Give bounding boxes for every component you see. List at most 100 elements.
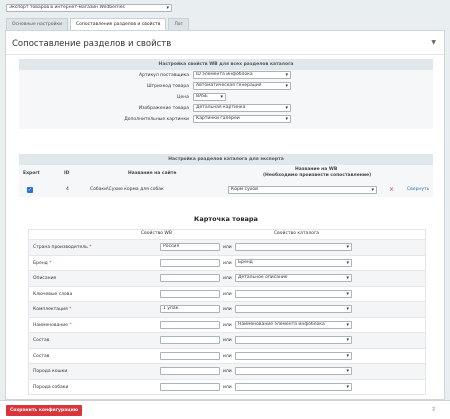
prop-catalog-select[interactable] [235,336,352,344]
prop-value-input[interactable]: Россия [160,243,220,251]
prop-name-text: Порода собаки [33,384,69,390]
prop-catalog-select[interactable] [235,382,352,391]
or-label: или [223,353,232,359]
or-label: или [223,338,232,343]
barcode-select[interactable]: Автоматическая генерация [193,82,291,90]
prop-row: Наименование * или Наименование элемента и… [29,316,425,333]
col-export: Export [23,171,40,176]
tab-bar: Основные настройки Сопоставление раздело… [6,18,191,30]
prop-name: Страна производитель * [33,244,91,251]
sections-heading: Настройка разделов каталога для экспорта [19,154,433,165]
setting-row-barcode: Штрихкод товара Автоматическая генерация [19,81,433,92]
prop-name-text: Состав [33,338,50,343]
sections-table: Настройка разделов каталога для экспорта… [19,154,433,197]
col-id: ID [64,171,70,176]
required-mark: * [49,260,52,266]
prop-row: Порода собаки или [29,378,425,395]
required-mark: * [69,307,72,312]
props-header: Свойство WB Свойство каталога [29,230,425,239]
col-catalog-prop: Свойство каталога [274,231,320,236]
or-label: или [223,260,232,266]
image-select[interactable]: Детальная картинка [193,104,291,112]
collapse-link[interactable]: Свернуть [407,187,429,192]
prop-value-input[interactable]: 1 упак. [160,305,220,313]
setting-row-gallery: Дополнительные картинки Картинки галереи [19,114,433,125]
or-label: или [223,276,232,281]
col-wb-name-hint: (Необходимо произвести сопоставление) [263,173,372,178]
prop-catalog-select[interactable]: Наименование элемента инфоблока [235,320,352,329]
prop-name: Комплектация * [33,306,71,313]
setting-label: Цена [177,95,189,100]
setting-row-price: Цена BASE [19,92,433,103]
prop-value-input[interactable] [160,274,220,282]
tab-mapping[interactable]: Сопоставление разделов и свойств [70,18,167,30]
wb-category-select[interactable]: Корм сухой [228,186,377,194]
prop-catalog-select[interactable] [235,305,352,313]
price-select[interactable]: BASE [193,93,226,101]
export-checkbox[interactable]: ✓ [27,187,33,193]
settings-heading: Настройка свойств WB для всех разделов к… [19,59,433,70]
col-wb-name: Название на WB [295,167,338,172]
remove-icon[interactable]: × [389,186,394,193]
prop-name-text: Наименование [33,322,68,328]
save-button[interactable]: Сохранить конфигурацию [6,405,83,416]
prop-value-input[interactable] [160,382,220,391]
prop-catalog-select[interactable]: Детальное описание [235,274,352,282]
resize-grip-icon[interactable]: ⇕ [431,406,436,413]
prop-value-input[interactable] [160,320,220,329]
prop-name: Порода собаки [33,384,68,391]
article-select[interactable]: ID элемента инфоблока [193,71,291,79]
prop-name-text: Страна производитель [33,245,88,250]
prop-name: Состав [33,337,49,344]
or-label: или [223,322,232,328]
prop-name: Описание [33,275,56,282]
prop-name-text: Бренд [33,260,48,266]
prop-value-input[interactable] [160,336,220,344]
or-label: или [223,245,232,250]
prop-name-text: Порода кошки [33,369,68,374]
setting-label: Изображение товара [138,106,189,111]
prop-catalog-select[interactable] [235,289,352,298]
prop-row: Бренд * или Бренд [29,254,425,271]
or-label: или [223,384,232,390]
or-label: или [223,307,232,312]
prop-value-input[interactable] [160,289,220,298]
prop-value-input[interactable] [160,258,220,267]
prop-value-input[interactable] [160,351,220,360]
setting-label: Дополнительные картинки [124,117,189,122]
panel-header: Сопоставление разделов и свойств ▼ [6,31,444,55]
footer-bar: Сохранить конфигурацию ⇕ [0,400,450,419]
card-title: Карточка товара [194,215,258,223]
setting-row-article: Артикул поставщика ID элемента инфоблока [19,70,433,81]
prop-row: Состав или [29,347,425,364]
setting-label: Артикул поставщика [138,73,189,78]
prop-name: Состав [33,353,49,360]
prop-name: Порода кошки [33,368,67,375]
tab-main-settings[interactable]: Основные настройки [6,18,69,30]
prop-row: Комплектация * 1 упак. или [29,301,425,317]
setting-label: Штрихкод товара [146,84,189,89]
prop-catalog-select[interactable] [235,367,352,375]
props-table: Свойство WB Свойство каталога Страна про… [28,229,426,395]
required-mark: * [69,322,72,328]
setting-row-image: Изображение товара Детальная картинка [19,103,433,114]
prop-catalog-select[interactable]: Бренд [235,258,352,267]
collapse-icon[interactable]: ▼ [431,39,436,46]
prop-row: Ключевые слова или [29,285,425,302]
prop-catalog-select[interactable] [235,351,352,360]
gallery-select[interactable]: Картинки галереи [193,115,291,123]
tab-log[interactable]: Лог [168,18,189,30]
prop-row: Порода кошки или [29,363,425,379]
col-site-name: Название на сайте [128,171,177,176]
prop-catalog-select[interactable] [235,243,352,251]
module-select[interactable]: Экспорт товаров в интернет-магазин Wildb… [6,4,172,12]
prop-name-text: Состав [33,353,50,359]
section-row: ✓ 4 Собаки\Сухие корма для собак Корм су… [19,183,433,197]
global-settings: Настройка свойств WB для всех разделов к… [19,59,433,129]
section-name: Собаки\Сухие корма для собак [90,187,164,192]
prop-name-text: Описание [33,276,57,281]
prop-value-input[interactable] [160,367,220,375]
required-mark: * [89,245,92,250]
prop-row: Состав или [29,332,425,348]
prop-name: Бренд * [33,260,51,267]
